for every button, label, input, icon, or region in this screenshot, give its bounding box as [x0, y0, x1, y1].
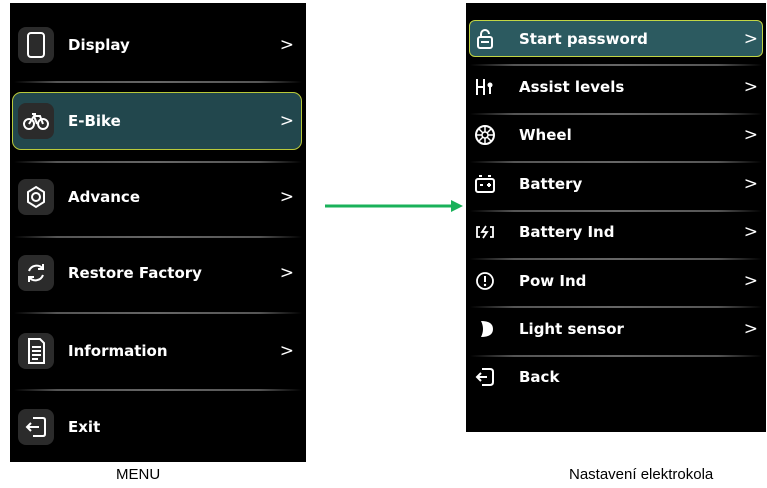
assist-levels-icon	[472, 74, 498, 100]
power-indicator-icon	[472, 268, 498, 294]
menu-item-display[interactable]: Display >	[10, 17, 306, 73]
chevron-right-icon: >	[279, 340, 294, 361]
chevron-right-icon: >	[743, 270, 758, 291]
menu-item-exit[interactable]: Exit	[10, 399, 306, 455]
menu-item-battery-ind[interactable]: Battery Ind >	[466, 208, 766, 256]
battery-indicator-icon	[472, 219, 498, 245]
chevron-right-icon: >	[279, 186, 294, 207]
menu-item-label: Battery Ind	[519, 223, 615, 241]
menu-item-label: Display	[68, 36, 130, 54]
chevron-right-icon: >	[743, 221, 758, 242]
divider	[14, 81, 302, 83]
menu-screen: Display > E-Bike > Advance > Restore Fac…	[10, 3, 306, 462]
phone-icon	[18, 27, 54, 63]
lock-icon	[472, 26, 498, 52]
menu-item-advance[interactable]: Advance >	[10, 169, 306, 225]
menu-item-assist-levels[interactable]: Assist levels >	[466, 63, 766, 111]
caption-menu: MENU	[116, 466, 161, 483]
menu-item-information[interactable]: Information >	[10, 323, 306, 379]
exit-icon	[18, 409, 54, 445]
document-icon	[18, 333, 54, 369]
menu-item-label: Wheel	[519, 126, 572, 144]
menu-item-label: Pow Ind	[519, 272, 587, 290]
arrow-right-icon	[325, 200, 463, 212]
menu-item-wheel[interactable]: Wheel >	[466, 111, 766, 159]
menu-item-label: Battery	[519, 175, 583, 193]
menu-item-restore-factory[interactable]: Restore Factory >	[10, 245, 306, 301]
menu-item-label: Restore Factory	[68, 264, 202, 282]
chevron-right-icon: >	[743, 76, 758, 97]
e-bike-settings-screen: Start password > Assist levels > Wheel >…	[466, 3, 766, 432]
chevron-right-icon: >	[743, 124, 758, 145]
menu-item-label: Start password	[519, 30, 648, 48]
menu-item-label: Information	[68, 342, 168, 360]
divider	[14, 161, 302, 163]
chevron-right-icon: >	[743, 28, 758, 49]
menu-item-label: Light sensor	[519, 320, 624, 338]
menu-item-label: Exit	[68, 418, 101, 436]
bicycle-icon	[18, 103, 54, 139]
menu-item-back[interactable]: Back	[466, 353, 766, 401]
menu-item-battery[interactable]: Battery >	[466, 160, 766, 208]
menu-item-start-password[interactable]: Start password >	[466, 15, 766, 63]
divider	[14, 236, 302, 238]
divider	[14, 389, 302, 391]
restore-icon	[18, 255, 54, 291]
gear-icon	[18, 179, 54, 215]
menu-item-light-sensor[interactable]: Light sensor >	[466, 305, 766, 353]
menu-item-label: Back	[519, 368, 560, 386]
menu-item-label: E-Bike	[68, 112, 121, 130]
chevron-right-icon: >	[743, 318, 758, 339]
menu-item-label: Advance	[68, 188, 140, 206]
caption-e-bike-settings: Nastavení elektrokola	[569, 466, 714, 483]
chevron-right-icon: >	[279, 34, 294, 55]
light-sensor-icon	[472, 316, 498, 342]
chevron-right-icon: >	[743, 173, 758, 194]
divider	[14, 312, 302, 314]
menu-item-pow-ind[interactable]: Pow Ind >	[466, 257, 766, 305]
menu-item-label: Assist levels	[519, 78, 625, 96]
chevron-right-icon: >	[279, 110, 294, 131]
wheel-icon	[472, 122, 498, 148]
menu-item-e-bike[interactable]: E-Bike >	[10, 93, 306, 149]
battery-icon	[472, 171, 498, 197]
back-icon	[472, 364, 498, 390]
chevron-right-icon: >	[279, 262, 294, 283]
